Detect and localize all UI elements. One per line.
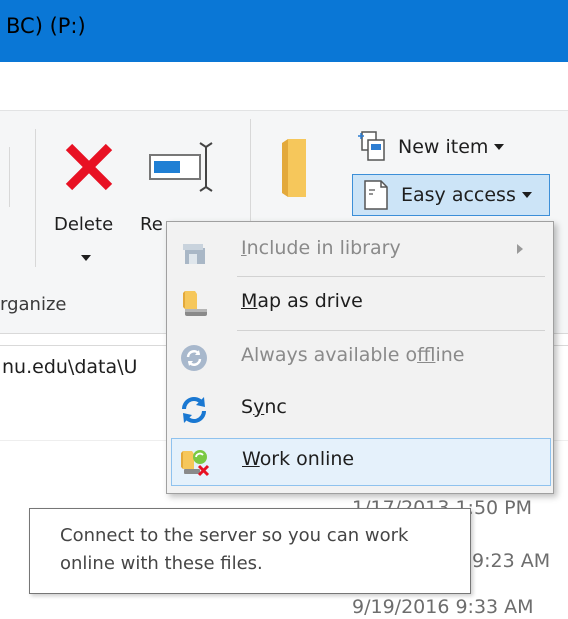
easy-access-button[interactable]: Easy access [352, 174, 550, 216]
tooltip: Connect to the server so you can work on… [29, 508, 471, 594]
easy-access-menu: Include in library Map as drive Always a… [166, 221, 554, 494]
menu-item-work-online[interactable]: Work online [171, 438, 551, 486]
chevron-right-icon [517, 244, 523, 254]
chevron-down-icon [494, 144, 505, 150]
delete-button[interactable]: Delete [44, 131, 134, 271]
menu-item-sync[interactable]: Sync [171, 387, 549, 431]
menu-item-include-in-library[interactable]: Include in library [171, 228, 549, 272]
chevron-down-icon [521, 192, 532, 198]
menu-item-map-as-drive[interactable]: Map as drive [171, 281, 549, 325]
menu-item-always-available-offline[interactable]: Always available offline [171, 335, 549, 379]
menu-item-label: Include in library [241, 237, 401, 259]
folder-icon [282, 139, 306, 197]
new-item-button[interactable]: New item [356, 127, 541, 167]
rename-icon [149, 142, 213, 192]
easy-access-label: Easy access [401, 184, 516, 206]
rename-label: Re [140, 214, 163, 235]
menu-item-label: Map as drive [241, 290, 363, 312]
address-path: nu.edu\data\U [2, 356, 138, 378]
file-date: 9/19/2016 9:33 AM [352, 596, 534, 618]
work-online-icon [181, 450, 210, 477]
library-icon [183, 244, 205, 264]
menu-item-label: Sync [241, 396, 287, 418]
map-drive-icon [183, 291, 207, 316]
offline-sync-icon [181, 345, 207, 371]
new-item-label: New item [398, 136, 489, 158]
menu-item-label: Work online [242, 448, 355, 470]
easy-access-icon [364, 180, 388, 210]
ribbon-separator [35, 129, 36, 267]
tooltip-text: Connect to the server so you can work on… [60, 525, 409, 574]
ribbon-separator [9, 147, 10, 207]
chevron-down-icon[interactable] [81, 255, 91, 261]
menu-separator [237, 330, 545, 331]
delete-label: Delete [54, 214, 114, 235]
title-bar: BC) (P:) [0, 0, 568, 62]
delete-icon [65, 143, 113, 191]
sync-icon [182, 397, 206, 423]
window-title: BC) (P:) [6, 14, 86, 38]
group-label-organize: rganize [0, 294, 67, 315]
file-date: 9:23 AM [472, 550, 551, 572]
menu-separator [237, 276, 545, 277]
menu-item-label: Always available offline [241, 344, 465, 366]
new-item-icon [358, 131, 385, 161]
